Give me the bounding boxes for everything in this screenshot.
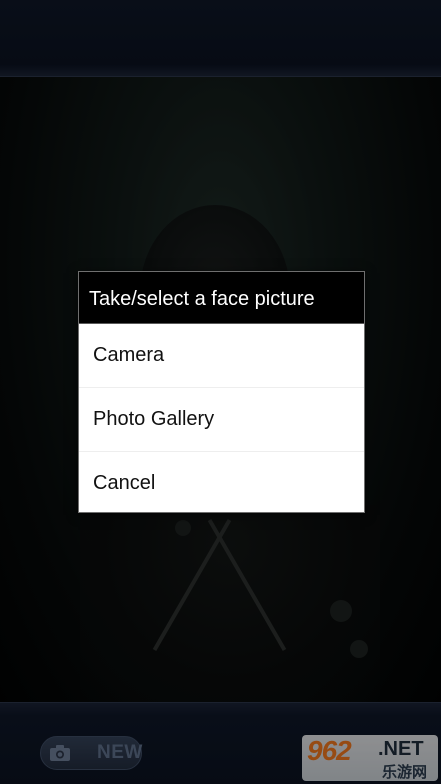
face-picture-dialog: Take/select a face picture Camera Photo … — [78, 271, 365, 513]
photo-gallery-option[interactable]: Photo Gallery — [79, 388, 364, 452]
cancel-option[interactable]: Cancel — [79, 452, 364, 515]
app-screen: NEW 962 .NET 乐游网 Take/select a face pict… — [0, 0, 441, 784]
camera-option[interactable]: Camera — [79, 324, 364, 388]
dialog-title: Take/select a face picture — [79, 272, 364, 324]
